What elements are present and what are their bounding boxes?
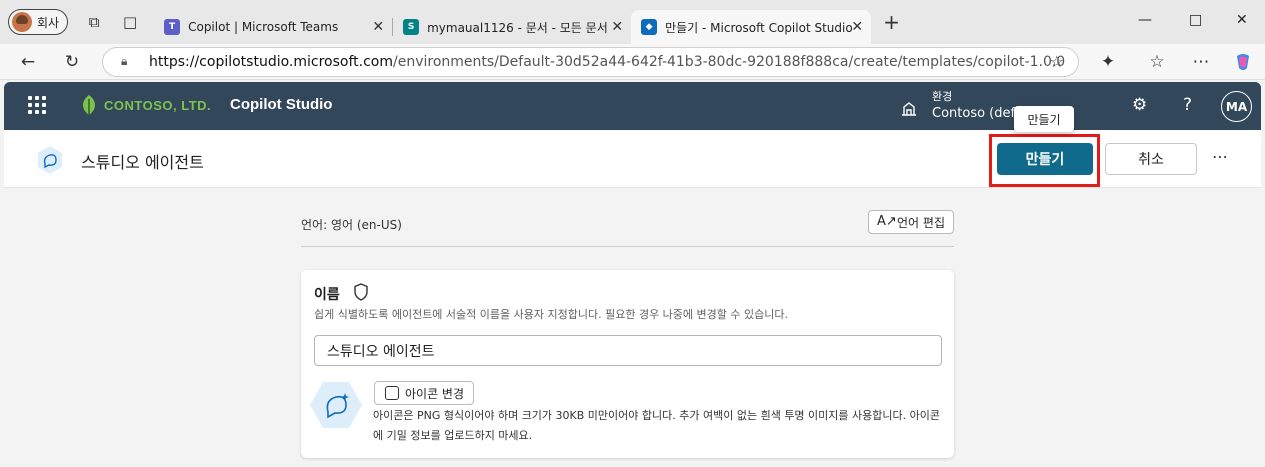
agent-icon-preview [310, 382, 362, 428]
tab-title: 만들기 - Microsoft Copilot Studio [665, 20, 853, 35]
browser-tabstrip: 회사 ⧉ □ T Copilot | Microsoft Teams ✕ S m… [0, 0, 1265, 44]
close-icon[interactable]: ✕ [372, 19, 384, 35]
close-icon[interactable]: ✕ [611, 19, 623, 35]
edit-language-label: 언어 편집 [897, 215, 945, 230]
profile-avatar-icon [12, 12, 32, 32]
tab-title: Copilot | Microsoft Teams [188, 20, 339, 34]
tab-actions-icon[interactable]: □ [116, 8, 144, 36]
refresh-icon[interactable]: ↻ [59, 49, 85, 75]
name-description: 쉽게 식별하도록 에이전트에 서술적 이름을 사용자 지정합니다. 필요한 경우… [314, 308, 788, 321]
name-card: 이름 쉽게 식별하도록 에이전트에 서술적 이름을 사용자 지정합니다. 필요한… [301, 270, 954, 458]
close-window-icon[interactable]: ✕ [1236, 0, 1248, 40]
cancel-button[interactable]: 취소 [1105, 143, 1197, 175]
name-input[interactable]: 스튜디오 에이전트 [314, 335, 942, 366]
copilot-studio-icon: ◆ [641, 19, 658, 35]
environment-label: 환경 [932, 90, 953, 103]
tab-copilot-studio[interactable]: ◆ 만들기 - Microsoft Copilot Studio ✕ [631, 10, 872, 44]
tab-teams[interactable]: T Copilot | Microsoft Teams ✕ [154, 10, 392, 44]
app-name[interactable]: Copilot Studio [230, 96, 332, 113]
company-logo: CONTOSO, LTD. [80, 94, 211, 116]
more-actions-icon[interactable]: ⋯ [1212, 147, 1229, 166]
address-bar-row: ← ↻ 🔒︎ https://copilotstudio.microsoft.c… [0, 44, 1265, 80]
sharepoint-icon: S [403, 19, 420, 35]
extensions-icon[interactable]: ✦ [1095, 49, 1121, 75]
lock-icon: 🔒︎ [121, 54, 128, 68]
environment-icon [902, 101, 916, 116]
workspaces-icon[interactable]: ⧉ [80, 8, 108, 36]
change-icon-button[interactable]: 아이콘 변경 [374, 381, 475, 405]
profile-label: 회사 [37, 15, 60, 30]
avatar[interactable]: MA [1221, 91, 1252, 122]
tab-title: mymaual1126 - 문서 - 모든 문서 [427, 20, 608, 35]
page-toolbar: 스튜디오 에이전트 만들기 취소 ⋯ [4, 130, 1261, 188]
back-icon[interactable]: ← [15, 49, 41, 75]
app-launcher-icon[interactable] [28, 96, 46, 114]
more-options-icon[interactable]: ⋯ [1188, 49, 1214, 75]
maximize-icon[interactable]: □ [1189, 0, 1202, 40]
minimize-icon[interactable]: — [1138, 0, 1152, 40]
copilot-icon[interactable] [1230, 49, 1256, 75]
company-name: CONTOSO, LTD. [104, 97, 212, 113]
name-label: 이름 [314, 287, 340, 303]
create-tooltip: 만들기 [1014, 106, 1074, 132]
icon-description: 아이콘은 PNG 형식이어야 하며 크기가 30KB 미만이어야 합니다. 추가… [373, 409, 940, 442]
url-host: https://copilotstudio.microsoft.com [149, 54, 393, 70]
shield-icon [354, 283, 368, 301]
favorite-star-icon[interactable]: ☆ [1050, 52, 1064, 71]
page-title: 스튜디오 에이전트 [81, 153, 204, 172]
settings-gear-icon[interactable]: ⚙ [1132, 95, 1147, 115]
tab-sharepoint[interactable]: S mymaual1126 - 문서 - 모든 문서 ✕ [393, 10, 631, 44]
leaf-icon [83, 95, 95, 115]
agent-icon [38, 146, 62, 174]
language-row: 언어: 영어 (en-US) A↗ 언어 편집 [301, 205, 954, 247]
create-button[interactable]: 만들기 [997, 143, 1093, 175]
help-icon[interactable]: ? [1183, 95, 1192, 115]
profile-button[interactable]: 회사 [8, 9, 69, 35]
favorites-icon[interactable]: ☆ [1144, 49, 1170, 75]
edit-language-button[interactable]: A↗ 언어 편집 [868, 210, 954, 234]
change-icon-label: 아이콘 변경 [405, 386, 465, 401]
language-text: 언어: 영어 (en-US) [301, 218, 402, 232]
translate-icon: A↗ [877, 214, 897, 229]
teams-icon: T [164, 19, 181, 35]
url-path: /environments/Default-30d52a44-642f-41b3… [393, 54, 1066, 70]
url-input[interactable]: 🔒︎ https://copilotstudio.microsoft.com/e… [102, 47, 1079, 77]
close-icon[interactable]: ✕ [851, 19, 863, 35]
new-tab-icon[interactable]: + [883, 10, 900, 34]
image-edit-icon [385, 386, 399, 400]
